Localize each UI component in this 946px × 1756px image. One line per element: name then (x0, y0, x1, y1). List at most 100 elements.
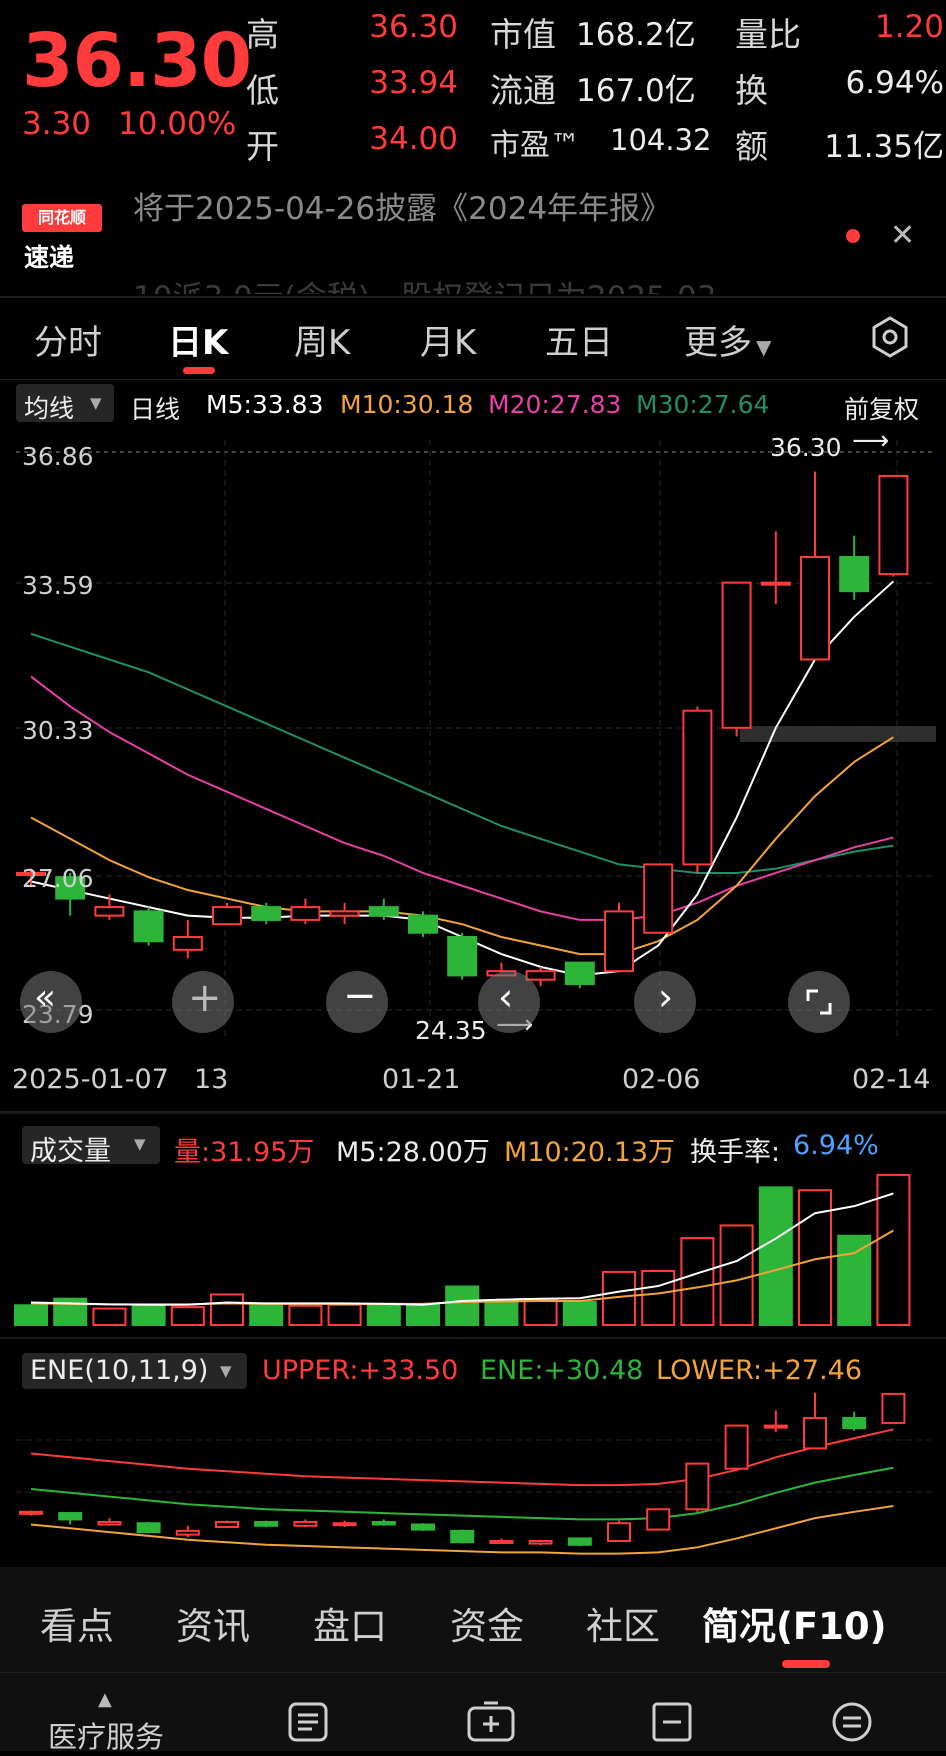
price-change-pct: 10.00% (118, 106, 237, 142)
y-label: 33.59 (22, 571, 94, 600)
ene-candle-body (19, 1510, 43, 1515)
notice-text[interactable]: 将于2025-04-26披露《2024年年报》 (133, 183, 671, 228)
x-date-label: 02-14 (852, 1064, 931, 1095)
scroll-right-button[interactable]: › (634, 971, 696, 1033)
y-label: 27.06 (22, 864, 94, 893)
ene-candle-body (842, 1416, 867, 1430)
bottom-tab-highlights[interactable]: 看点 (40, 1596, 114, 1650)
candlestick-chart[interactable] (0, 400, 946, 1040)
divider (0, 1672, 946, 1673)
volume-bar (131, 1303, 166, 1326)
volume-chart[interactable] (0, 1160, 946, 1335)
volume-bar (562, 1300, 597, 1327)
x-date-label: 2025-01-07 (12, 1064, 169, 1095)
mktcap-label: 市值 (490, 15, 556, 54)
notice-text-scrolling[interactable]: 10派3.0元(含税)，股权登记日为2025-03 (133, 272, 716, 294)
candle-body (368, 906, 399, 917)
pe-value: 104.32 (610, 123, 712, 157)
candle-body (133, 910, 164, 943)
candle-body (682, 709, 713, 866)
divider (0, 296, 946, 298)
ene-candle-body (293, 1520, 318, 1527)
tab-more[interactable]: 更多 ▼ (684, 315, 771, 364)
plus-icon: + (188, 975, 222, 1021)
candle-body (878, 474, 909, 576)
logo-top-text: 同花顺 (22, 204, 102, 232)
volume-indicator-selector[interactable]: 成交量 ▼ (22, 1126, 160, 1167)
minus-box-icon[interactable] (650, 1700, 694, 1744)
candle-body (525, 970, 556, 981)
logo-bottom-text: 速递 (24, 243, 75, 272)
close-icon[interactable]: ✕ (890, 218, 915, 253)
ene-candle-body (136, 1522, 161, 1534)
fullscreen-button[interactable] (788, 971, 850, 1033)
candle-body (721, 581, 752, 729)
ene-candle-body (567, 1537, 592, 1546)
candle-body (329, 910, 360, 917)
zoom-in-button[interactable]: + (172, 971, 234, 1033)
medical-services-button[interactable]: 医疗服务 (48, 1714, 164, 1756)
volratio-value: 1.20 (874, 9, 944, 45)
volume-bar (523, 1298, 558, 1326)
volume-bar (758, 1186, 793, 1326)
volratio-label: 量比 (735, 15, 801, 54)
scroll-left-fast-button[interactable]: « (20, 971, 82, 1033)
bottom-tab-funds[interactable]: 资金 (450, 1596, 524, 1650)
tab-monthly-k[interactable]: 月K (420, 315, 476, 364)
tab-daily-k[interactable]: 日K (168, 315, 228, 364)
volume-bar (288, 1304, 323, 1327)
volume-bar (680, 1237, 715, 1327)
y-label: 30.33 (22, 716, 94, 745)
bottom-tab-f10[interactable]: 简况(F10) (702, 1596, 887, 1650)
ene-candle-body (724, 1424, 749, 1470)
candle-body (290, 906, 321, 921)
chevron-down-icon: ▼ (134, 1135, 146, 1153)
mktcap-value: 168.2亿 (576, 17, 696, 53)
volume-bar (366, 1302, 401, 1327)
zoom-out-button[interactable]: − (326, 971, 388, 1033)
low-label: 低 (246, 71, 279, 110)
candle-body (447, 935, 478, 977)
candle-body (800, 556, 830, 661)
volume-bar (170, 1306, 205, 1326)
turnover-rate-value: 6.94% (793, 1130, 879, 1161)
bottom-tab-community[interactable]: 社区 (586, 1596, 660, 1650)
volume-bar (327, 1303, 362, 1326)
bottom-tab-news[interactable]: 资讯 (176, 1596, 250, 1650)
ene-chart[interactable] (0, 1380, 946, 1560)
scroll-left-button[interactable]: ‹ (478, 971, 540, 1033)
volume-bar (719, 1224, 754, 1326)
candle-body (604, 910, 634, 973)
settings-icon[interactable] (868, 315, 912, 359)
tab-weekly-k[interactable]: 周K (294, 315, 350, 364)
chevron-up-icon: ▲ (98, 1689, 112, 1710)
amount-label: 额 (735, 127, 768, 166)
ene-candle-body (175, 1529, 200, 1536)
fullscreen-icon (806, 989, 832, 1015)
volume-bar (92, 1307, 127, 1326)
ene-candle-body (332, 1522, 357, 1527)
add-watchlist-icon[interactable] (466, 1700, 516, 1744)
arrow-right-icon: ⟶ (852, 426, 890, 456)
volume-bar (837, 1234, 872, 1326)
x-date-label: 13 (194, 1064, 229, 1095)
unread-dot (846, 229, 860, 243)
ene-candle-body (97, 1520, 122, 1526)
price-band (740, 726, 936, 742)
tab-intraday[interactable]: 分时 (34, 315, 102, 364)
candle-body (839, 556, 870, 593)
double-chevron-left-icon: « (34, 977, 57, 1018)
chevron-right-icon: › (658, 975, 674, 1019)
candle-body (94, 906, 125, 917)
notes-icon[interactable] (286, 1700, 330, 1744)
y-label: 36.86 (22, 442, 94, 471)
active-tab-indicator (183, 367, 215, 374)
bottom-tab-order-book[interactable]: 盘口 (313, 1596, 387, 1650)
ene-candle-body (646, 1508, 671, 1531)
menu-icon[interactable] (830, 1700, 874, 1744)
chevron-left-icon: ‹ (498, 975, 514, 1019)
tab-five-day[interactable]: 五日 (545, 315, 613, 364)
ths-news-logo[interactable]: 同花顺 速递 (22, 204, 102, 272)
divider (0, 379, 946, 380)
candle-body (408, 914, 438, 934)
